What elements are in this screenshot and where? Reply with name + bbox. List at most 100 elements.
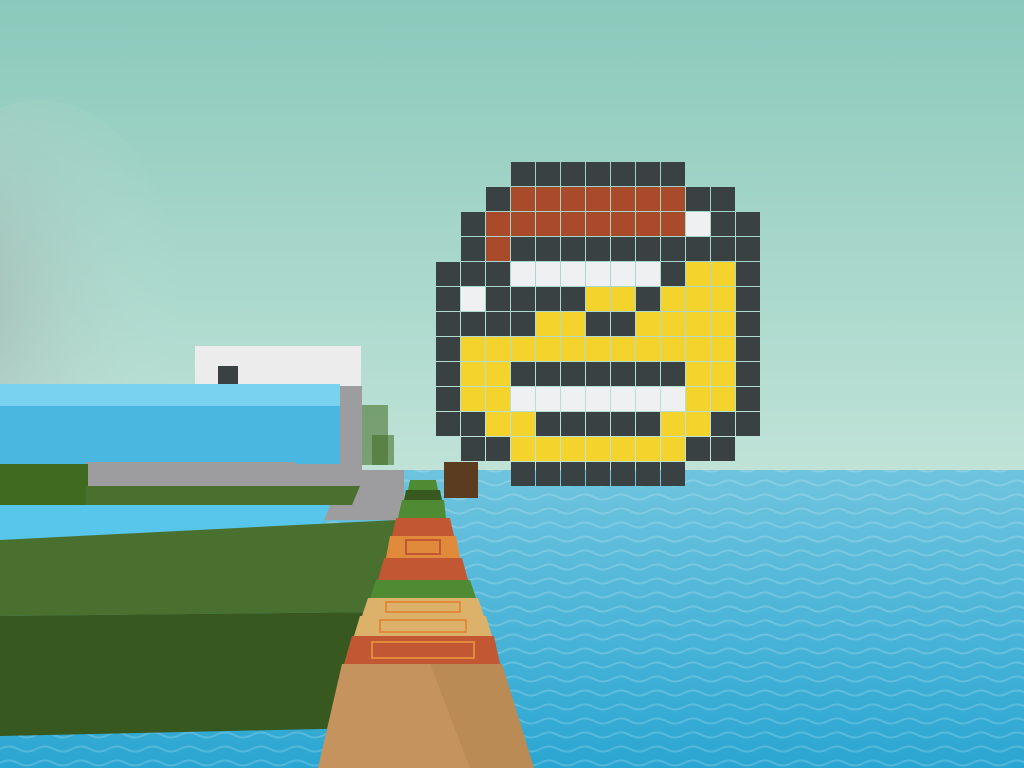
pixel-block	[636, 462, 660, 486]
pixel-block	[511, 287, 535, 311]
pixel-block	[461, 387, 485, 411]
pixel-block	[586, 412, 610, 436]
pixel-block	[511, 337, 535, 361]
pixel-block	[486, 412, 510, 436]
pixel-block	[711, 412, 735, 436]
pixel-block	[611, 387, 635, 411]
pixel-block	[736, 362, 760, 386]
pixel-block	[486, 187, 510, 211]
pixel-block	[686, 337, 710, 361]
pixel-block	[636, 262, 660, 286]
pixel-block	[486, 237, 510, 261]
pixel-block	[486, 262, 510, 286]
pixel-block	[561, 362, 585, 386]
pixel-block	[661, 412, 685, 436]
pixel-block	[711, 287, 735, 311]
pixel-block	[461, 437, 485, 461]
pixel-block	[536, 437, 560, 461]
pixel-block	[611, 462, 635, 486]
world-scene	[0, 0, 1024, 768]
pixel-block	[586, 237, 610, 261]
pixel-block	[636, 187, 660, 211]
pixel-block	[561, 387, 585, 411]
pixel-block	[536, 287, 560, 311]
pixel-block	[536, 412, 560, 436]
pixel-block	[536, 237, 560, 261]
pixel-block	[636, 387, 660, 411]
pixel-block	[711, 437, 735, 461]
pixel-block	[736, 387, 760, 411]
pixel-block	[486, 287, 510, 311]
pixel-block	[586, 437, 610, 461]
pixel-block	[661, 387, 685, 411]
pixel-block	[711, 337, 735, 361]
pixel-block	[611, 337, 635, 361]
pixel-block	[586, 312, 610, 336]
pixel-block	[636, 437, 660, 461]
pixel-block	[511, 312, 535, 336]
pixel-block	[636, 212, 660, 236]
pixel-block	[461, 237, 485, 261]
pixel-block	[486, 437, 510, 461]
pixel-block	[611, 212, 635, 236]
pixel-block	[586, 362, 610, 386]
pixel-block	[686, 287, 710, 311]
pixel-block	[586, 162, 610, 186]
pixel-block	[461, 312, 485, 336]
pixel-block	[511, 187, 535, 211]
pixel-block	[736, 412, 760, 436]
pixel-block	[661, 262, 685, 286]
pixel-block	[686, 387, 710, 411]
pixel-block	[661, 162, 685, 186]
pixel-block	[461, 262, 485, 286]
pixel-block	[661, 337, 685, 361]
pixel-block	[586, 462, 610, 486]
pixel-block	[561, 412, 585, 436]
pixel-block	[661, 187, 685, 211]
game-viewport[interactable]	[0, 0, 1024, 768]
pixel-block	[611, 362, 635, 386]
pixel-block	[586, 212, 610, 236]
pixel-block	[536, 462, 560, 486]
pixel-block	[711, 262, 735, 286]
pixel-block	[461, 412, 485, 436]
pixel-block	[561, 162, 585, 186]
pixel-block	[511, 262, 535, 286]
pixel-block	[711, 237, 735, 261]
pixel-block	[711, 312, 735, 336]
pixel-block	[561, 187, 585, 211]
pixel-block	[636, 337, 660, 361]
pixel-block	[486, 312, 510, 336]
pixel-block	[636, 237, 660, 261]
pixel-block	[686, 212, 710, 236]
wooden-chest	[444, 462, 478, 498]
pixel-block	[486, 337, 510, 361]
pixel-block	[711, 212, 735, 236]
pixel-block	[436, 312, 460, 336]
pixel-block	[611, 262, 635, 286]
pixel-block	[561, 437, 585, 461]
pixel-block	[736, 262, 760, 286]
pixel-block	[536, 362, 560, 386]
pixel-block	[611, 187, 635, 211]
pixel-block	[511, 212, 535, 236]
pixel-block	[711, 362, 735, 386]
pixel-block	[486, 387, 510, 411]
pixel-block	[461, 287, 485, 311]
pixel-block	[511, 387, 535, 411]
pixel-block	[561, 337, 585, 361]
pixel-block	[561, 212, 585, 236]
pixel-block	[711, 387, 735, 411]
pixel-block	[686, 437, 710, 461]
pixel-block	[536, 262, 560, 286]
pixel-block	[511, 162, 535, 186]
pixel-block	[611, 312, 635, 336]
pixel-block	[636, 162, 660, 186]
pixel-block	[586, 387, 610, 411]
pixel-block	[511, 362, 535, 386]
pixel-block	[561, 237, 585, 261]
pixel-block	[436, 362, 460, 386]
pixel-block	[686, 312, 710, 336]
pixel-block	[461, 212, 485, 236]
pixel-block	[586, 262, 610, 286]
